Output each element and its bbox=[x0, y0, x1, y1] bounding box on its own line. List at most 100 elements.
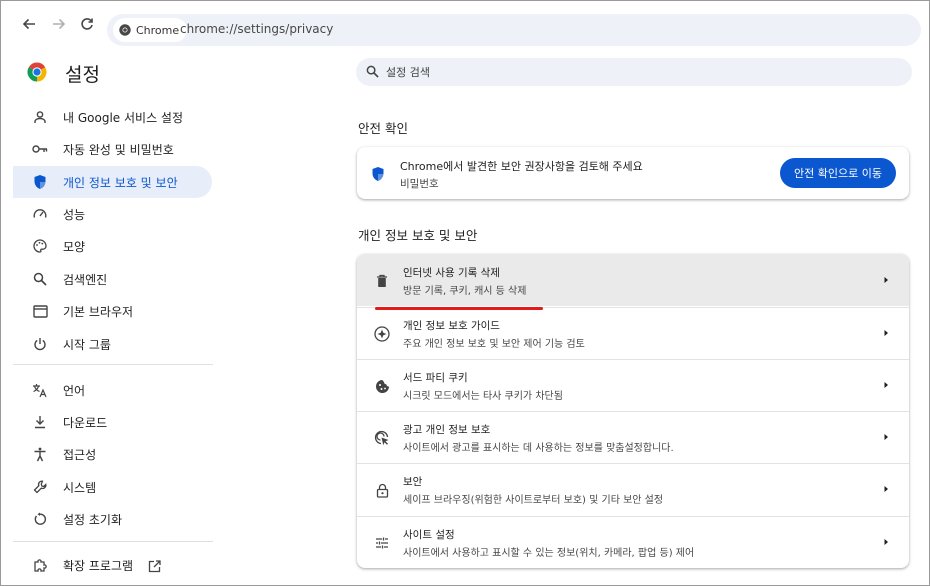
row-title: 사이트 설정 bbox=[403, 529, 455, 541]
privacy-security-card: 인터넷 사용 기록 삭제 방문 기록, 쿠키, 캐시 등 삭제 개인 정보 보호… bbox=[357, 254, 909, 568]
shield-icon bbox=[32, 174, 48, 190]
row-title: 인터넷 사용 기록 삭제 bbox=[403, 267, 500, 279]
arrow-right-icon bbox=[884, 486, 888, 492]
sidebar-item-label: 자동 완성 및 비밀번호 bbox=[63, 142, 174, 157]
sidebar-item-label: 확장 프로그램 bbox=[63, 558, 134, 573]
sidebar-item-label: 기본 브라우저 bbox=[63, 304, 134, 319]
wrench-icon bbox=[32, 479, 48, 495]
row-title: 개인 정보 보호 가이드 bbox=[403, 320, 500, 332]
ads-click-icon bbox=[373, 429, 391, 447]
key-icon bbox=[32, 141, 48, 157]
row-divider bbox=[357, 463, 909, 464]
row-subtitle: 주요 개인 정보 보호 및 보안 제어 기능 검토 bbox=[403, 339, 585, 350]
sidebar-item-downloads[interactable]: 다운로드 bbox=[13, 406, 212, 438]
cookie-icon bbox=[373, 377, 391, 395]
arrow-right-icon bbox=[884, 330, 888, 336]
chrome-logo-icon bbox=[119, 24, 131, 36]
sidebar-item-label: 검색엔진 bbox=[63, 272, 108, 287]
open-in-new-icon bbox=[148, 558, 161, 577]
settings-search[interactable] bbox=[356, 58, 912, 86]
power-icon bbox=[32, 336, 48, 352]
arrow-right-icon bbox=[884, 382, 888, 388]
speedometer-icon bbox=[32, 206, 48, 222]
address-bar[interactable]: Chrome chrome://settings/privacy bbox=[107, 14, 921, 46]
sidebar-item-autofill[interactable]: 자동 완성 및 비밀번호 bbox=[13, 133, 212, 165]
sidebar-item-extensions[interactable]: 확장 프로그램 bbox=[13, 549, 212, 581]
reset-icon bbox=[32, 511, 48, 527]
browser-window: Chrome chrome://settings/privacy 설정 내 Go… bbox=[0, 0, 930, 586]
translate-icon bbox=[32, 382, 48, 398]
privacy-security-heading: 개인 정보 보호 및 보안 bbox=[358, 228, 478, 243]
reload-button[interactable] bbox=[74, 11, 100, 37]
sidebar-item-label: 모양 bbox=[63, 239, 86, 254]
trash-icon bbox=[373, 272, 391, 290]
site-info-chip[interactable]: Chrome bbox=[113, 18, 188, 42]
sidebar-divider bbox=[13, 541, 213, 542]
lock-icon bbox=[373, 481, 391, 499]
sidebar-item-accessibility[interactable]: 접근성 bbox=[13, 438, 212, 470]
sidebar-item-default-browser[interactable]: 기본 브라우저 bbox=[13, 295, 212, 327]
row-title: 광고 개인 정보 보호 bbox=[403, 424, 491, 436]
shield-icon bbox=[372, 167, 384, 181]
safety-check-subtitle: 비밀번호 bbox=[400, 178, 439, 190]
go-to-safety-check-button[interactable]: 안전 확인으로 이동 bbox=[780, 158, 896, 188]
chrome-logo-icon bbox=[27, 62, 47, 82]
annotation-underline bbox=[375, 307, 543, 310]
reload-icon bbox=[81, 18, 93, 30]
download-icon bbox=[32, 414, 48, 430]
sidebar-divider bbox=[13, 364, 213, 365]
row-divider bbox=[357, 359, 909, 360]
search-icon bbox=[366, 65, 379, 78]
sidebar-item-label: 다운로드 bbox=[63, 415, 108, 430]
row-divider bbox=[357, 411, 909, 412]
third-party-cookies-row[interactable]: 서드 파티 쿠키 시크릿 모드에서는 타사 쿠키가 차단됨 bbox=[357, 359, 909, 411]
row-subtitle: 세이프 브라우징(위험한 사이트로부터 보호) 및 기타 보안 설정 bbox=[403, 495, 664, 506]
row-subtitle: 방문 기록, 쿠키, 캐시 등 삭제 bbox=[403, 286, 527, 297]
sidebar-item-search-engine[interactable]: 검색엔진 bbox=[13, 263, 212, 295]
arrow-right-icon bbox=[884, 277, 888, 283]
sidebar-item-reset[interactable]: 설정 초기화 bbox=[13, 503, 212, 535]
sidebar-item-label: 내 Google 서비스 설정 bbox=[63, 110, 184, 125]
safety-check-heading: 안전 확인 bbox=[358, 121, 408, 136]
site-info-label: Chrome bbox=[136, 23, 180, 37]
sidebar-item-label: 개인 정보 보호 및 보안 bbox=[63, 175, 178, 190]
ad-privacy-row[interactable]: 광고 개인 정보 보호 사이트에서 광고를 표시하는 데 사용하는 정보를 맞춤… bbox=[357, 411, 909, 463]
security-row[interactable]: 보안 세이프 브라우징(위험한 사이트로부터 보호) 및 기타 보안 설정 bbox=[357, 463, 909, 515]
sidebar-item-appearance[interactable]: 모양 bbox=[13, 230, 212, 262]
sidebar-item-label: 시스템 bbox=[63, 480, 97, 495]
sidebar-item-label: 성능 bbox=[63, 207, 86, 222]
tune-icon bbox=[373, 534, 391, 552]
sidebar-item-label: 언어 bbox=[63, 383, 86, 398]
search-icon bbox=[32, 271, 48, 287]
forward-button[interactable] bbox=[46, 11, 72, 37]
back-arrow-icon bbox=[22, 18, 35, 30]
row-subtitle: 사이트에서 광고를 표시하는 데 사용하는 정보를 맞춤설정합니다. bbox=[403, 443, 674, 454]
privacy-guide-row[interactable]: 개인 정보 보호 가이드 주요 개인 정보 보호 및 보안 제어 기능 검토 bbox=[357, 307, 909, 359]
url-text[interactable]: chrome://settings/privacy bbox=[180, 22, 333, 36]
safety-check-title: Chrome에서 발견한 보안 권장사항을 검토해 주세요 bbox=[400, 160, 643, 173]
sidebar-item-on-startup[interactable]: 시작 그룹 bbox=[13, 328, 212, 360]
safety-check-card: Chrome에서 발견한 보안 권장사항을 검토해 주세요 비밀번호 안전 확인… bbox=[357, 147, 909, 199]
forward-arrow-icon bbox=[53, 18, 66, 30]
row-divider bbox=[357, 516, 909, 517]
back-button[interactable] bbox=[16, 11, 42, 37]
row-title: 보안 bbox=[403, 476, 423, 488]
sidebar-item-system[interactable]: 시스템 bbox=[13, 471, 212, 503]
palette-icon bbox=[32, 238, 48, 254]
row-subtitle: 시크릿 모드에서는 타사 쿠키가 차단됨 bbox=[403, 391, 563, 402]
browser-toolbar: Chrome chrome://settings/privacy bbox=[1, 1, 929, 47]
arrow-right-icon bbox=[884, 434, 888, 440]
search-input[interactable] bbox=[382, 58, 890, 86]
row-title: 서드 파티 쿠키 bbox=[403, 372, 468, 384]
sidebar-item-privacy[interactable]: 개인 정보 보호 및 보안 bbox=[13, 166, 212, 198]
sidebar-item-google-services[interactable]: 내 Google 서비스 설정 bbox=[13, 101, 212, 133]
compass-icon bbox=[373, 325, 391, 343]
site-settings-row[interactable]: 사이트 설정 사이트에서 사용하고 표시할 수 있는 정보(위치, 카메라, 팝… bbox=[357, 516, 909, 568]
sidebar-item-languages[interactable]: 언어 bbox=[13, 374, 212, 406]
row-subtitle: 사이트에서 사용하고 표시할 수 있는 정보(위치, 카메라, 팝업 등) 제어 bbox=[403, 548, 695, 559]
browser-window-icon bbox=[32, 303, 48, 319]
page-title: 설정 bbox=[65, 64, 100, 86]
sidebar-item-performance[interactable]: 성능 bbox=[13, 198, 212, 230]
clear-browsing-data-row[interactable]: 인터넷 사용 기록 삭제 방문 기록, 쿠키, 캐시 등 삭제 bbox=[357, 254, 909, 306]
arrow-right-icon bbox=[884, 539, 888, 545]
